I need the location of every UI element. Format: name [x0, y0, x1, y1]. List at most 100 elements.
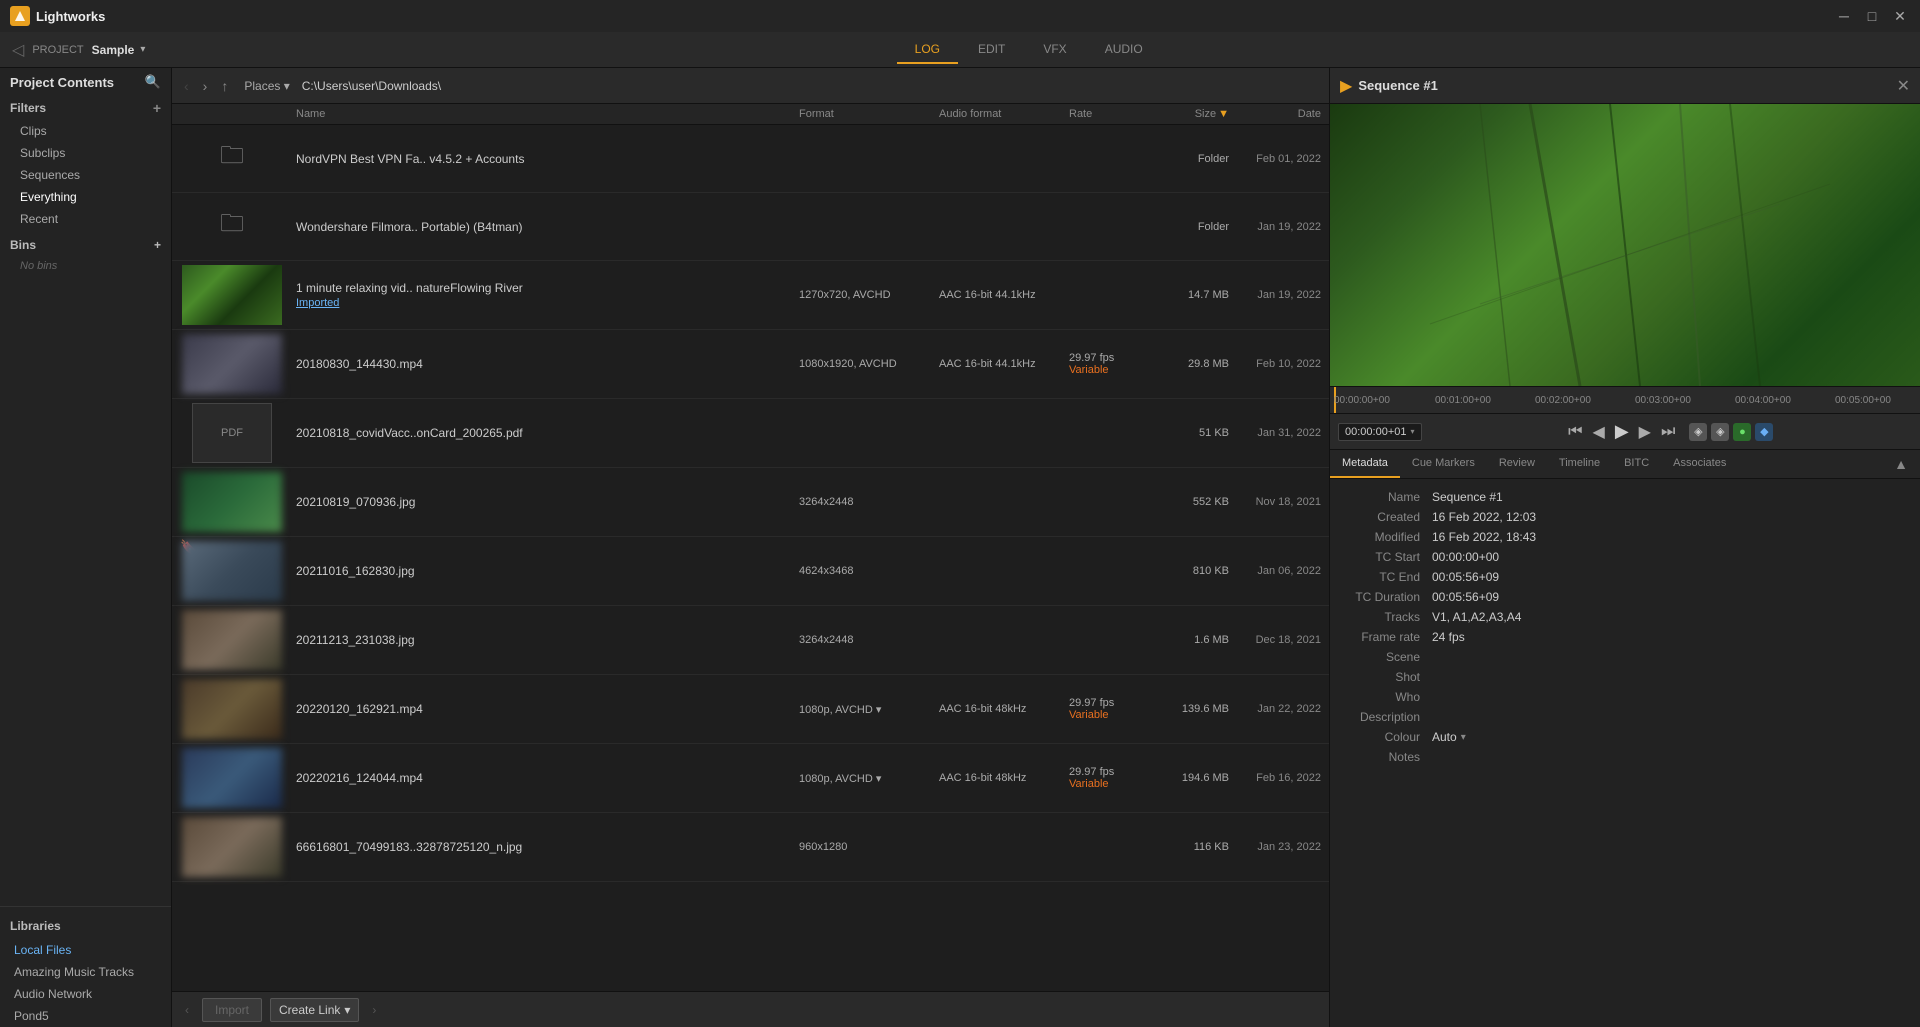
imported-tag[interactable]: Imported	[296, 297, 795, 309]
tab-vfx[interactable]: VFX	[1025, 36, 1084, 64]
meta-row-who: Who	[1342, 687, 1908, 707]
sidebar-item-recent[interactable]: Recent	[0, 208, 171, 230]
table-row[interactable]: 🗀 Wondershare Filmora.. Portable) (B4tma…	[172, 193, 1329, 261]
meta-row-shot: Shot	[1342, 667, 1908, 687]
size-cell: 139.6 MB	[1149, 703, 1229, 715]
col-header-size[interactable]: Size▼	[1149, 108, 1229, 120]
table-row[interactable]: PDF 20210818_covidVacc..onCard_200265.pd…	[172, 399, 1329, 468]
step-back-button[interactable]: ◀	[1589, 420, 1609, 444]
tab-cue-markers[interactable]: Cue Markers	[1400, 450, 1487, 478]
timecode-display[interactable]: 00:00:00+01 ▾	[1338, 423, 1422, 441]
tab-edit[interactable]: EDIT	[960, 36, 1023, 64]
library-item-pond5[interactable]: Pond5	[0, 1005, 171, 1027]
video-overlay	[1330, 104, 1920, 386]
table-row[interactable]: 20211213_231038.jpg 3264x2448 1.6 MB Dec…	[172, 606, 1329, 675]
project-name[interactable]: Sample	[92, 43, 135, 57]
library-item-audio-network[interactable]: Audio Network	[0, 983, 171, 1005]
table-row[interactable]: 20220120_162921.mp4 1080p, AVCHD ▾ AAC 1…	[172, 675, 1329, 744]
meta-row-scene: Scene	[1342, 647, 1908, 667]
library-item-local-files[interactable]: Local Files	[0, 939, 171, 961]
file-browser-footer: ‹ Import Create Link ▾ ›	[172, 991, 1329, 1027]
nav-up-button[interactable]: ↑	[217, 76, 232, 96]
tab-review[interactable]: Review	[1487, 450, 1547, 478]
nav-back-button[interactable]: ‹	[180, 76, 193, 96]
tab-audio[interactable]: AUDIO	[1087, 36, 1161, 64]
maximize-button[interactable]: □	[1862, 6, 1882, 26]
date-cell: Jan 19, 2022	[1229, 289, 1329, 301]
rate-variable: Variable	[1069, 364, 1149, 376]
colour-dropdown-arrow: ▾	[1461, 732, 1466, 743]
table-row[interactable]: 20220216_124044.mp4 1080p, AVCHD ▾ AAC 1…	[172, 744, 1329, 813]
create-link-arrow-icon: ▾	[344, 1003, 350, 1017]
col-header-rate[interactable]: Rate	[1069, 108, 1149, 120]
menubar: ◁ PROJECT Sample ▾ LOG EDIT VFX AUDIO	[0, 32, 1920, 68]
library-item-amazing-music[interactable]: Amazing Music Tracks	[0, 961, 171, 983]
import-button[interactable]: Import	[202, 998, 262, 1022]
places-button[interactable]: Places ▾	[238, 77, 295, 95]
table-row[interactable]: 🔖 20211016_162830.jpg 4624x3468 810 KB J…	[172, 537, 1329, 606]
tab-log[interactable]: LOG	[897, 36, 958, 64]
close-button[interactable]: ✕	[1890, 6, 1910, 26]
transport-icon-1[interactable]: ◈	[1689, 423, 1707, 441]
meta-label-description: Description	[1342, 710, 1432, 724]
meta-row-created: Created 16 Feb 2022, 12:03	[1342, 507, 1908, 527]
play-button[interactable]: ▶	[1611, 419, 1633, 444]
rate-variable: Variable	[1069, 778, 1149, 790]
tab-timeline[interactable]: Timeline	[1547, 450, 1612, 478]
date-cell: Feb 10, 2022	[1229, 358, 1329, 370]
tc-dropdown-arrow[interactable]: ▾	[1410, 427, 1414, 436]
sidebar-item-everything[interactable]: Everything	[0, 186, 171, 208]
col-header-date[interactable]: Date	[1229, 108, 1329, 120]
thumbnail	[182, 610, 282, 670]
go-end-button[interactable]: ⏭	[1657, 421, 1679, 443]
sidebar-item-clips[interactable]: Clips	[0, 120, 171, 142]
table-row[interactable]: 1 minute relaxing vid.. natureFlowing Ri…	[172, 261, 1329, 330]
col-header-audio[interactable]: Audio format	[939, 108, 1069, 120]
table-row[interactable]: 🗀 NordVPN Best VPN Fa.. v4.5.2 + Account…	[172, 125, 1329, 193]
meta-label-created: Created	[1342, 510, 1432, 524]
filters-add-icon[interactable]: +	[153, 100, 161, 116]
table-row[interactable]: 20180830_144430.mp4 1080x1920, AVCHD AAC…	[172, 330, 1329, 399]
meta-value-colour[interactable]: Auto ▾	[1432, 730, 1908, 744]
file-browser-toolbar: ‹ › ↑ Places ▾ C:\Users\user\Downloads\	[172, 68, 1329, 104]
ruler-marker-2: 00:02:00+00	[1535, 395, 1591, 406]
table-row[interactable]: 20210819_070936.jpg 3264x2448 552 KB Nov…	[172, 468, 1329, 537]
metadata-collapse-toggle[interactable]: ▲	[1894, 450, 1920, 478]
col-header-format[interactable]: Format	[799, 108, 939, 120]
project-dropdown-arrow[interactable]: ▾	[140, 44, 145, 55]
create-link-button[interactable]: Create Link ▾	[270, 998, 359, 1022]
video-frame	[1330, 104, 1920, 386]
tab-bitc[interactable]: BITC	[1612, 450, 1661, 478]
sequence-viewer-panel: ▶ Sequence #1 ✕ 00:00:0	[1330, 68, 1920, 1027]
go-start-button[interactable]: ⏮	[1564, 421, 1586, 443]
libraries-header[interactable]: Libraries	[0, 913, 171, 939]
scroll-left-icon[interactable]: ‹	[180, 1003, 194, 1017]
table-row[interactable]: 66616801_70499183..32878725120_n.jpg 960…	[172, 813, 1329, 882]
transport-icon-3[interactable]: ●	[1733, 423, 1751, 441]
nav-forward-button[interactable]: ›	[199, 76, 212, 96]
sidebar-item-sequences[interactable]: Sequences	[0, 164, 171, 186]
bins-add-icon[interactable]: +	[154, 238, 161, 252]
transport-icon-2[interactable]: ◈	[1711, 423, 1729, 441]
transport-icon-4[interactable]: ◆	[1755, 423, 1773, 441]
name-cell: NordVPN Best VPN Fa.. v4.5.2 + Accounts	[292, 150, 799, 168]
search-icon[interactable]: 🔍	[145, 74, 161, 90]
rate-cell: 29.97 fps Variable	[1069, 352, 1149, 376]
step-forward-button[interactable]: ▶	[1635, 420, 1655, 444]
meta-value-tc-duration: 00:05:56+09	[1432, 590, 1908, 604]
minimize-button[interactable]: ─	[1834, 6, 1854, 26]
back-icon[interactable]: ◁	[8, 36, 28, 64]
meta-label-tc-duration: TC Duration	[1342, 590, 1432, 604]
filters-header[interactable]: Filters +	[0, 92, 171, 120]
scroll-right-icon[interactable]: ›	[367, 1003, 381, 1017]
size-cell: 194.6 MB	[1149, 772, 1229, 784]
rate-cell: 29.97 fps Variable	[1069, 697, 1149, 721]
tab-associates[interactable]: Associates	[1661, 450, 1738, 478]
col-header-name[interactable]: Name	[292, 108, 799, 120]
filters-label: Filters	[10, 101, 46, 115]
tab-metadata[interactable]: Metadata	[1330, 450, 1400, 478]
ruler-marker-4: 00:04:00+00	[1735, 395, 1791, 406]
bins-header[interactable]: Bins +	[0, 230, 171, 256]
sequence-close-button[interactable]: ✕	[1897, 76, 1910, 96]
sidebar-item-subclips[interactable]: Subclips	[0, 142, 171, 164]
